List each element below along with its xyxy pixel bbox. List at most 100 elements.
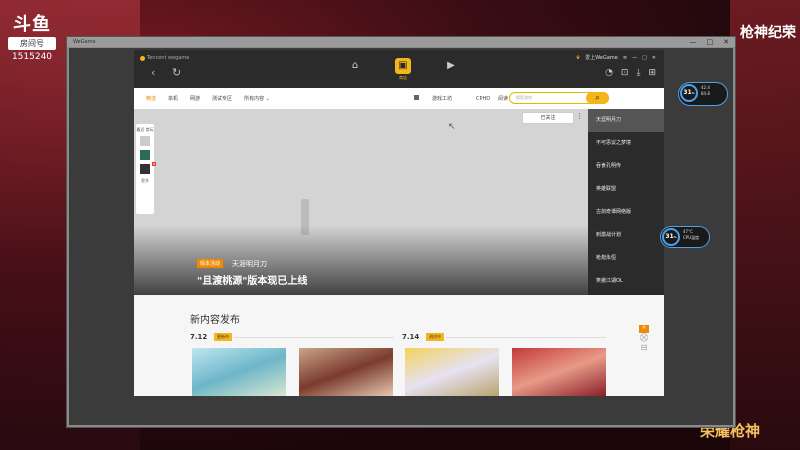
game-card[interactable] [192, 348, 286, 396]
section-heading: 新内容发布 [190, 315, 240, 326]
hero-title[interactable]: "且渡桃源"版本现已上线 [197, 272, 307, 287]
tab-store[interactable]: ▣ 商店 [392, 58, 414, 81]
menu-icon[interactable]: ≡ [623, 55, 627, 61]
hero-banner[interactable]: 最近 常玩 N 更多 ↖ 已关注 ⋮ 版本活动 天涯明月刀 "且渡桃源"版本现已… [134, 109, 664, 295]
dropdown-item[interactable]: 英雄联盟 [588, 178, 664, 201]
more-options-icon[interactable]: ⋮ [576, 112, 583, 120]
timeline-line [446, 337, 606, 338]
maximize-icon[interactable]: □ [642, 55, 647, 61]
timeline-line [234, 337, 394, 338]
release-date: 7.14 [402, 333, 420, 341]
followed-button[interactable]: 已关注 [522, 112, 574, 124]
floating-shortcuts: 热 ⛒ ⊟ [634, 325, 654, 352]
store-subnav: 精选 单机 网游 测试专区 所有内容 ⌄ 游戏工坊 CPHD 阅读 搜索游戏 ⌕ [134, 88, 664, 109]
game-card[interactable] [299, 348, 393, 396]
recent-more-link[interactable]: 更多 [136, 178, 154, 184]
dropdown-item[interactable]: 不可思议之梦境 [588, 132, 664, 155]
video-icon: ▶ [447, 60, 455, 71]
app-titlebar: Tencent wegame ‹ ↻ ⌂ ▣ 商店 ▶ ♛ 爱上WeGame ≡… [134, 50, 664, 88]
new-badge: N [151, 162, 156, 166]
chevron-down-icon: ⌄ [265, 96, 270, 102]
temp-details: 47°C CPU温度 [683, 229, 699, 241]
room-id: 1515240 [11, 52, 53, 62]
douyu-logo: 斗鱼 房间号 1515240 [8, 10, 56, 62]
usage-ring: 31% [680, 84, 698, 102]
tab-home[interactable]: ⌂ [344, 58, 366, 74]
dropdown-item[interactable]: 刺激战计划 [588, 224, 664, 247]
hero-tag: 版本活动 [197, 259, 224, 268]
util-icons: ◔ ⊡ ⤓ ⊞ [605, 68, 656, 78]
usage-value: 31 [683, 89, 692, 96]
wegame-logo-icon [140, 55, 145, 61]
search-icon: ⌕ [595, 93, 600, 102]
subnav-featured[interactable]: 精选 [146, 95, 156, 102]
minimize-icon[interactable]: — [690, 38, 697, 46]
workshop-icon [414, 95, 419, 100]
screenshot-icon[interactable]: ⊡ [621, 68, 629, 78]
trophy-icon: ♛ [575, 54, 581, 61]
wegame-window: Tencent wegame ‹ ↻ ⌂ ▣ 商店 ▶ ♛ 爱上WeGame ≡… [134, 50, 664, 396]
close-icon[interactable]: ✕ [652, 55, 656, 61]
outer-window-controls: — □ ✕ [690, 38, 730, 46]
usage-value: 31 [665, 233, 674, 240]
recent-games-panel: 最近 常玩 N 更多 [136, 124, 156, 214]
subnav-read[interactable]: 阅读 [498, 95, 508, 102]
stat-line: 84.8 [701, 91, 710, 96]
dropdown-item[interactable]: 枪炮永恒 [588, 247, 664, 270]
subnav-all[interactable]: 所有内容 ⌄ [244, 95, 270, 102]
release-date: 7.12 [190, 333, 208, 341]
dropdown-item[interactable]: 古剑奇谭网络版 [588, 201, 664, 224]
room-label: 房间号 [8, 37, 56, 50]
hot-badge: 热 [639, 325, 649, 333]
usage-unit: % [673, 235, 677, 239]
gift-box-icon[interactable]: ⊟ [634, 343, 654, 352]
dropdown-item[interactable]: 笑傲江湖OL [588, 270, 664, 293]
home-icon: ⌂ [351, 60, 359, 71]
game-icon-1[interactable] [140, 136, 150, 146]
account-area[interactable]: ♛ 爱上WeGame ≡ — □ ✕ [575, 54, 656, 62]
mouse-cursor-icon: ↖ [448, 122, 456, 132]
usage-details: 42.4 84.8 [701, 85, 710, 97]
streamer-overlay-right [730, 0, 800, 450]
dropdown-item[interactable]: 天涯明月刀 [588, 109, 664, 132]
release-tag: 更新中 [214, 333, 232, 341]
platform-logo: 斗鱼 [13, 14, 51, 35]
stat-line: CPU温度 [683, 235, 700, 240]
game-icon-3[interactable]: N [140, 162, 156, 174]
subnav-cphd[interactable]: CPHD [476, 96, 490, 102]
game-card[interactable] [405, 348, 499, 396]
usage-unit: % [691, 91, 695, 95]
cart-icon[interactable]: ⛒ [634, 333, 654, 343]
subnav-online[interactable]: 网游 [190, 95, 200, 102]
tab-video[interactable]: ▶ [440, 58, 462, 74]
search-button[interactable]: ⌕ [586, 92, 609, 104]
new-releases-section: 新内容发布 7.12 更新中 7.14 测试中 热 ⛒ ⊟ [134, 295, 664, 396]
back-icon[interactable]: ‹ [151, 66, 155, 79]
account-label: 爱上WeGame [585, 55, 618, 61]
recent-games-title: 最近 常玩 [136, 127, 154, 132]
stream-title: 枪神纪荣 [740, 25, 796, 41]
cpu-temp-widget[interactable]: 31% 47°C CPU温度 [660, 226, 710, 248]
subnav-beta[interactable]: 测试专区 [212, 95, 232, 102]
subnav-single[interactable]: 单机 [168, 95, 178, 102]
close-icon[interactable]: ✕ [723, 38, 729, 46]
download-icon[interactable]: ⤓ [636, 68, 640, 78]
gift-icon[interactable]: ⊞ [648, 68, 656, 78]
dropdown-item[interactable]: 吞食孔明传 [588, 155, 664, 178]
game-icon-2[interactable] [140, 150, 150, 160]
performance-widget[interactable]: 31% 42.4 84.8 [678, 82, 728, 106]
subnav-all-label: 所有内容 [244, 96, 265, 102]
app-brand-label: Tencent wegame [147, 55, 190, 61]
hero-game-name: 天涯明月刀 [232, 260, 267, 268]
outer-window-title: WeGame [67, 37, 735, 47]
game-card[interactable] [512, 348, 606, 396]
store-icon: ▣ [395, 58, 411, 74]
speed-icon[interactable]: ◔ [605, 68, 613, 78]
subnav-workshop[interactable]: 游戏工坊 [432, 95, 452, 102]
tab-store-label: 商店 [399, 75, 407, 80]
maximize-icon[interactable]: □ [707, 38, 714, 46]
top-tabs: ⌂ ▣ 商店 ▶ [344, 58, 462, 81]
minimize-icon[interactable]: — [632, 55, 637, 61]
game-dropdown-list: 天涯明月刀 不可思议之梦境 吞食孔明传 英雄联盟 古剑奇谭网络版 刺激战计划 枪… [588, 109, 664, 295]
refresh-icon[interactable]: ↻ [172, 66, 181, 79]
